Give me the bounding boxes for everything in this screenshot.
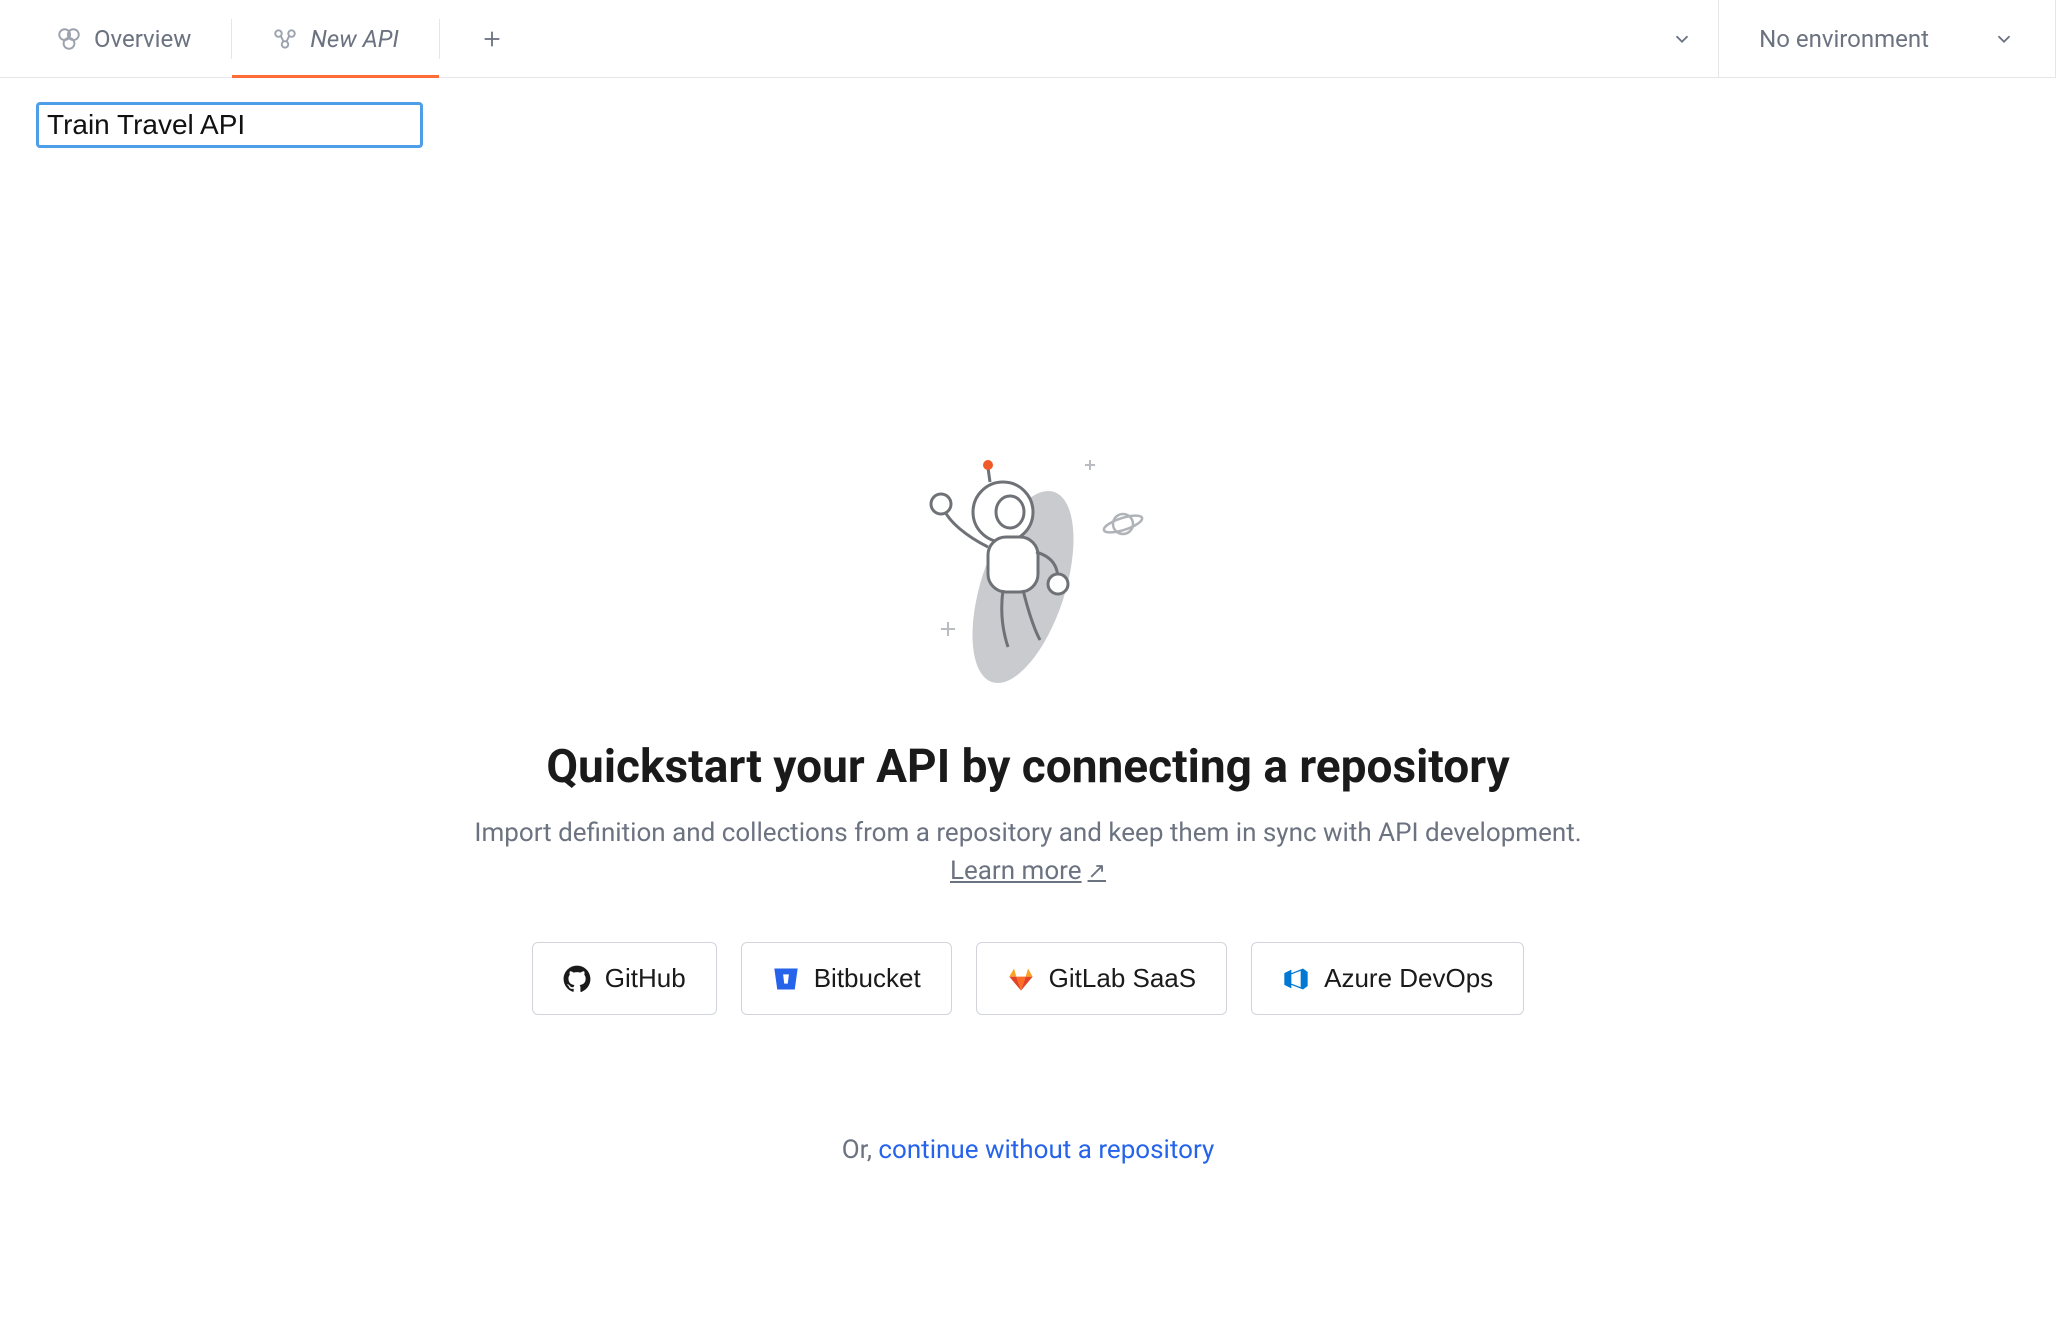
api-icon (272, 26, 298, 52)
add-tab-button[interactable] (464, 11, 520, 67)
overview-icon (56, 26, 82, 52)
environment-selected-label: No environment (1759, 25, 1929, 53)
tab-divider (439, 19, 440, 59)
tab-overview-label: Overview (94, 25, 191, 53)
gitlab-button[interactable]: GitLab SaaS (976, 942, 1227, 1015)
astronaut-illustration (908, 452, 1148, 692)
learn-more-link[interactable]: Learn more ↗ (950, 856, 1106, 886)
tab-bar: Overview New API (0, 0, 2056, 78)
bitbucket-label: Bitbucket (814, 963, 921, 994)
github-button[interactable]: GitHub (532, 942, 717, 1015)
azure-devops-icon (1282, 965, 1310, 993)
github-icon (563, 965, 591, 993)
external-link-icon: ↗ (1088, 859, 1106, 884)
api-name-section (0, 78, 2056, 172)
page-subtitle: Import definition and collections from a… (474, 818, 1581, 848)
main-content: Quickstart your API by connecting a repo… (0, 172, 2056, 1165)
plus-icon (481, 28, 503, 50)
tab-overview[interactable]: Overview (16, 0, 231, 77)
azure-devops-label: Azure DevOps (1324, 963, 1493, 994)
gitlab-label: GitLab SaaS (1049, 963, 1196, 994)
or-prefix: Or, (842, 1135, 879, 1165)
azure-devops-button[interactable]: Azure DevOps (1251, 942, 1524, 1015)
environment-selector[interactable]: No environment (1718, 0, 2056, 77)
continue-without-repo-link[interactable]: continue without a repository (878, 1135, 1214, 1165)
bitbucket-icon (772, 965, 800, 993)
or-line: Or, continue without a repository (842, 1135, 1215, 1165)
bitbucket-button[interactable]: Bitbucket (741, 942, 952, 1015)
chevron-down-icon (1993, 28, 2015, 50)
github-label: GitHub (605, 963, 686, 994)
api-name-input[interactable] (36, 102, 423, 148)
page-title: Quickstart your API by connecting a repo… (546, 740, 1509, 794)
chevron-down-icon (1671, 28, 1693, 50)
gitlab-icon (1007, 965, 1035, 993)
tabs-dropdown-button[interactable] (1646, 0, 1718, 77)
repo-buttons: GitHub Bitbucket GitLab SaaS (532, 942, 1524, 1015)
tab-new-api[interactable]: New API (232, 0, 439, 77)
learn-more-label: Learn more (950, 856, 1082, 886)
tab-new-api-label: New API (310, 25, 399, 53)
topbar-right: No environment (1646, 0, 2056, 77)
